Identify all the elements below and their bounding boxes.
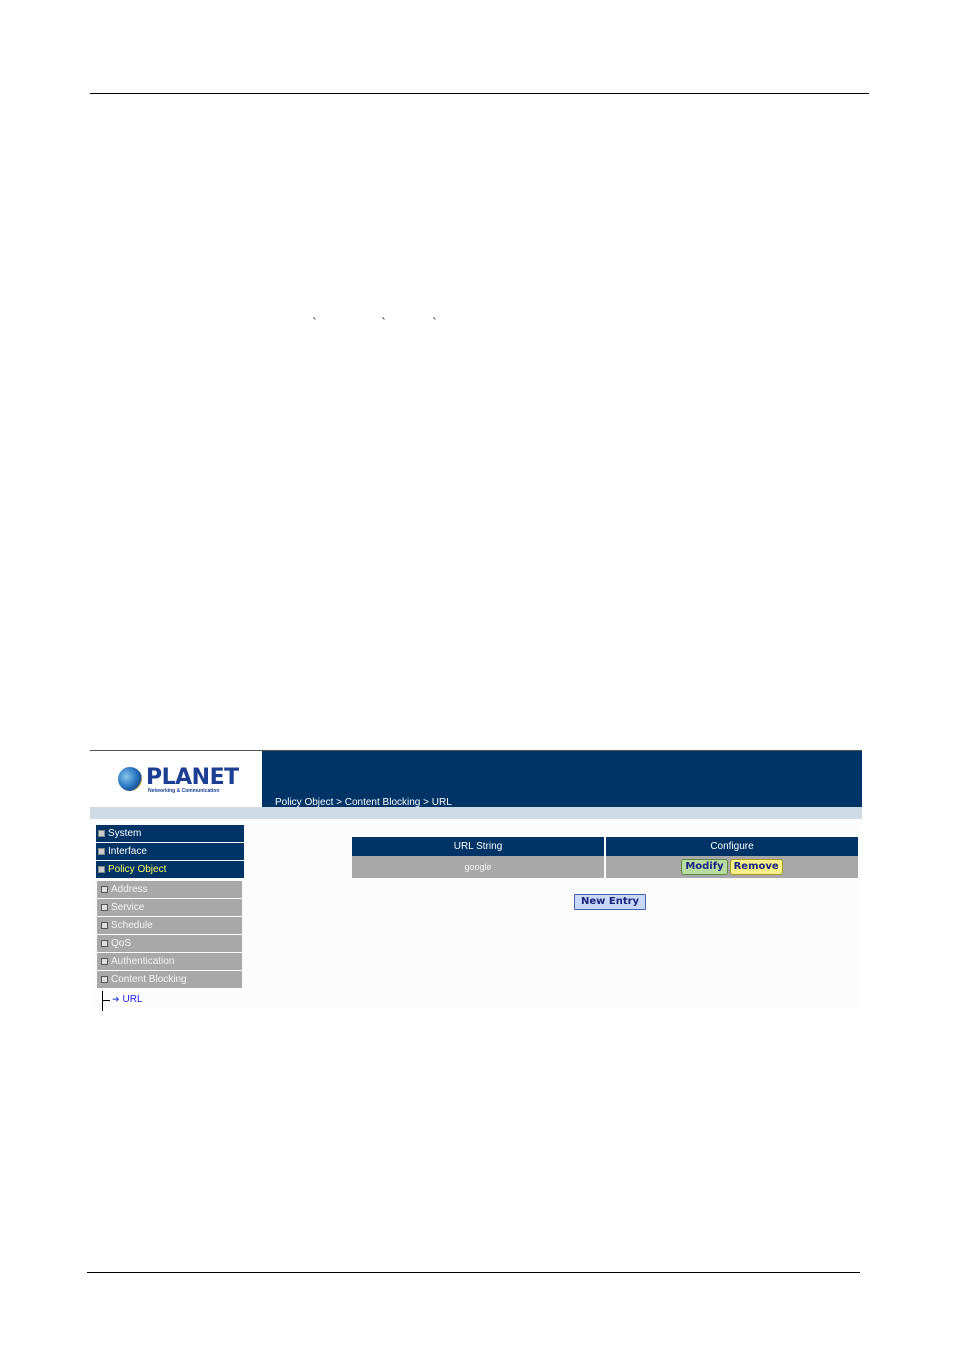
stray-mark: ` [432, 316, 438, 330]
stray-mark: ` [381, 316, 387, 330]
brand-tagline: Networking & Communication [148, 788, 220, 794]
sidebar-item-label: Service [111, 902, 145, 913]
collapse-icon [98, 866, 105, 873]
app-header: PLANET Networking & Communication Policy… [90, 750, 862, 808]
sidebar-item-label: Content Blocking [111, 974, 187, 985]
sidebar: System Interface Policy Object Address S… [96, 825, 244, 1011]
expand-icon [101, 958, 108, 965]
sidebar-item-label: Authentication [111, 956, 175, 967]
expand-icon [101, 922, 108, 929]
collapse-icon [101, 976, 108, 983]
sidebar-subitem-authentication[interactable]: Authentication [97, 953, 242, 970]
expand-icon [101, 886, 108, 893]
column-header-configure: Configure [606, 837, 858, 856]
url-table: URL String Configure google Modify Remove [350, 837, 860, 878]
router-ui-screenshot: PLANET Networking & Communication Policy… [90, 750, 862, 1011]
expand-icon [101, 904, 108, 911]
logo-area: PLANET Networking & Communication [90, 751, 262, 808]
sidebar-item-label: Policy Object [108, 864, 167, 875]
remove-button[interactable]: Remove [729, 859, 783, 875]
stray-mark: ` [312, 316, 318, 330]
sidebar-item-label: Interface [108, 846, 147, 857]
header-band: Policy Object > Content Blocking > URL [262, 751, 862, 808]
sidebar-item-policy-object[interactable]: Policy Object [96, 861, 244, 878]
sidebar-subitem-qos[interactable]: QoS [97, 935, 242, 952]
sidebar-subitem-content-blocking[interactable]: Content Blocking [97, 971, 242, 988]
url-string-cell: google [352, 856, 604, 878]
sidebar-item-label: System [108, 828, 142, 839]
sidebar-subitem-address[interactable]: Address [97, 881, 242, 898]
tree-line [102, 991, 103, 1011]
tree-branch [102, 1000, 110, 1001]
sidebar-item-system[interactable]: System [96, 825, 244, 842]
sidebar-leaf-url[interactable]: ➜ URL [96, 989, 244, 1011]
column-header-url-string: URL String [352, 837, 604, 856]
sidebar-item-label: QoS [111, 938, 132, 949]
sidebar-item-interface[interactable]: Interface [96, 843, 244, 860]
globe-icon [118, 767, 142, 791]
header-subbar [90, 807, 862, 819]
expand-icon [101, 940, 108, 947]
sidebar-item-label: Address [111, 884, 148, 895]
configure-cell: Modify Remove [606, 856, 858, 878]
planet-logo: PLANET Networking & Communication [118, 765, 239, 795]
sidebar-subitem-service[interactable]: Service [97, 899, 242, 916]
sidebar-item-label: Schedule [111, 920, 153, 931]
brand-name: PLANET [146, 765, 239, 790]
expand-icon [98, 830, 105, 837]
expand-icon [98, 848, 105, 855]
sidebar-subitem-schedule[interactable]: Schedule [97, 917, 242, 934]
modify-button[interactable]: Modify [681, 859, 728, 875]
page-header-rule [90, 93, 869, 94]
sidebar-leaf-label: URL [122, 994, 143, 1005]
arrow-right-icon: ➜ [112, 994, 120, 1004]
table-header-row: URL String Configure [352, 837, 858, 856]
page-footer-rule [87, 1272, 860, 1273]
new-entry-button[interactable]: New Entry [574, 894, 647, 910]
table-row: google Modify Remove [352, 856, 858, 878]
